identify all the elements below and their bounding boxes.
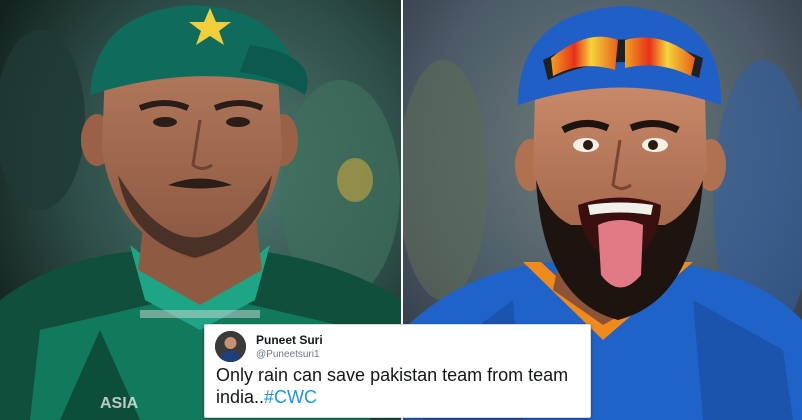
user-avatar[interactable] — [215, 331, 246, 362]
tweet-text: Only rain can save pakistan team from te… — [216, 364, 584, 408]
user-handle[interactable]: @Puneetsuri1 — [256, 349, 320, 360]
user-display-name[interactable]: Puneet Suri — [256, 333, 323, 347]
jersey-logo-text: ASIA — [100, 395, 139, 412]
tweet-card[interactable]: Puneet Suri @Puneetsuri1 Only rain can s… — [204, 324, 591, 418]
hashtag-link[interactable]: #CWC — [264, 387, 317, 407]
